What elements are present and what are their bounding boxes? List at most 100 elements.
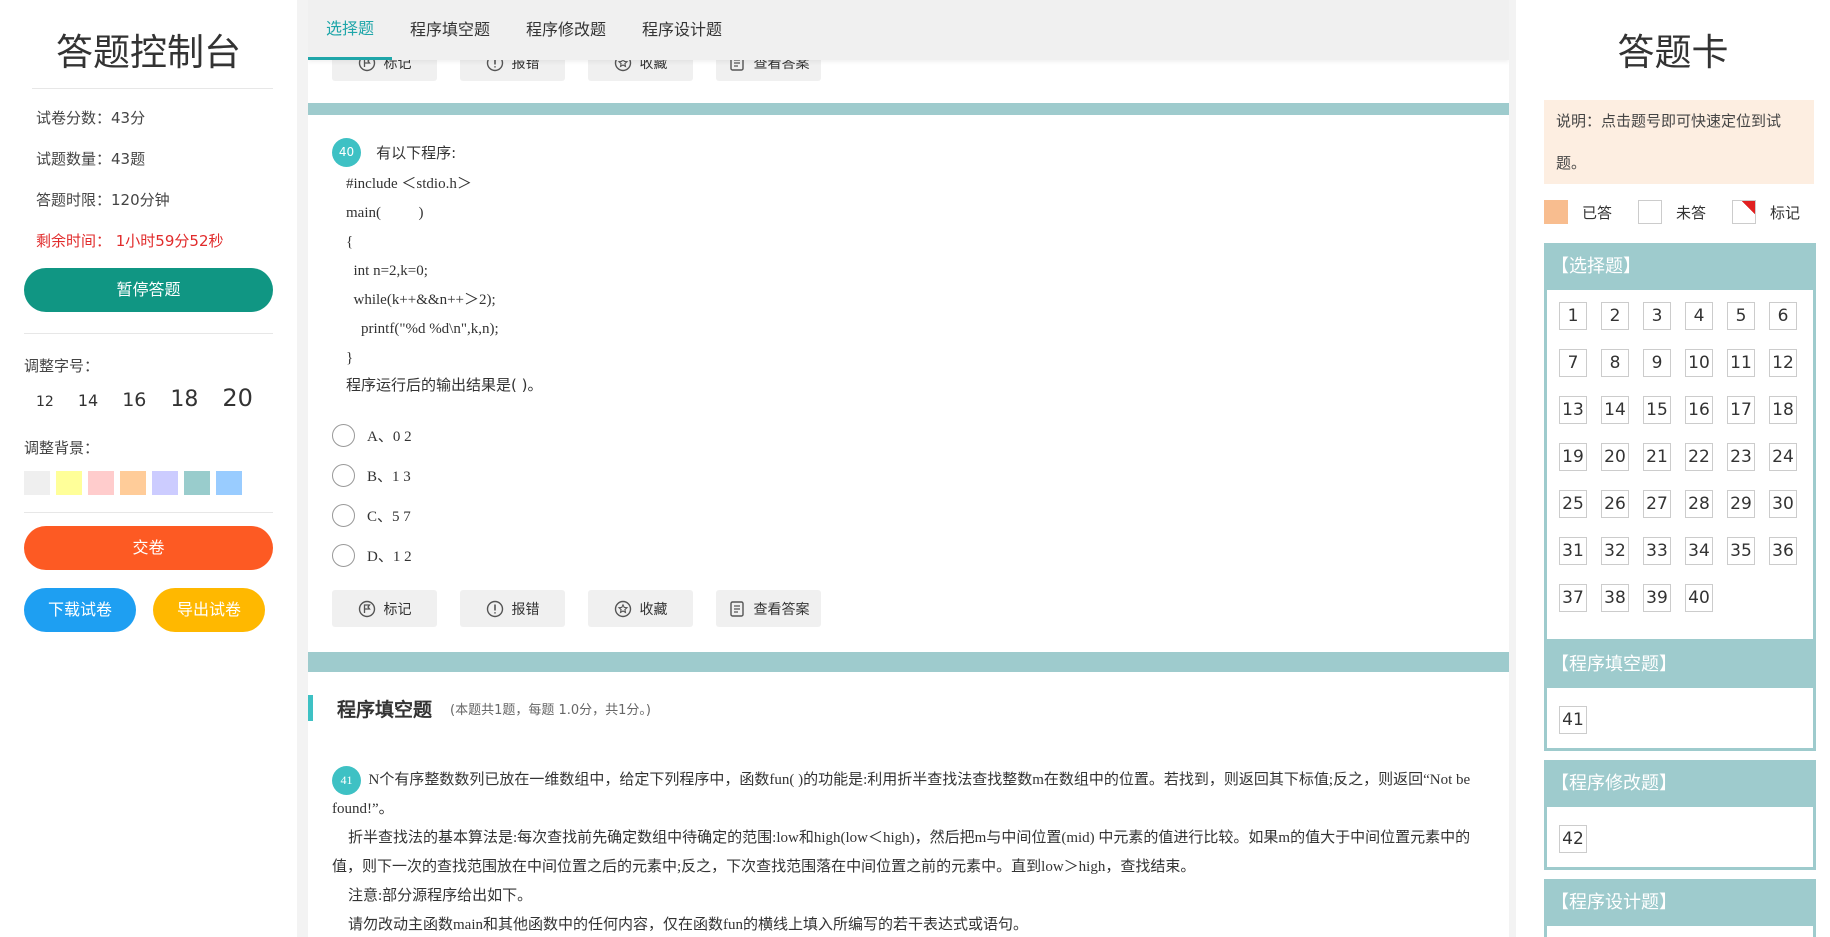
bg-swatch-teal[interactable]	[184, 471, 210, 495]
section-description: (本题共1题，每题 1.0分，共1分。)	[450, 702, 652, 718]
favorite-button[interactable]: 收藏	[588, 590, 693, 627]
question-nav-30[interactable]: 30	[1769, 490, 1797, 518]
question-nav-3[interactable]: 3	[1643, 302, 1671, 330]
bg-swatch-pink[interactable]	[88, 471, 114, 495]
star-icon	[614, 600, 632, 618]
question-nav-17[interactable]: 17	[1727, 396, 1755, 424]
question-nav-19[interactable]: 19	[1559, 443, 1587, 471]
question-nav-7[interactable]: 7	[1559, 349, 1587, 377]
tab-modify[interactable]: 程序修改题	[508, 0, 624, 60]
view-answer-button[interactable]: 查看答案	[716, 590, 821, 627]
question-nav-38[interactable]: 38	[1601, 584, 1629, 612]
question-nav-21[interactable]: 21	[1643, 443, 1671, 471]
question-nav-14[interactable]: 14	[1601, 396, 1629, 424]
question-number-grid: 41	[1547, 688, 1813, 748]
question-nav-4[interactable]: 4	[1685, 302, 1713, 330]
font-size-14[interactable]: 14	[78, 391, 98, 410]
tab-design[interactable]: 程序设计题	[624, 0, 740, 60]
tab-fill[interactable]: 程序填空题	[392, 0, 508, 60]
question-nav-18[interactable]: 18	[1769, 396, 1797, 424]
option-b[interactable]: B、1 3	[332, 464, 411, 487]
question-number: 40	[332, 138, 361, 167]
question-actions: 标记 报错 收藏 查看答案	[332, 590, 844, 627]
option-d[interactable]: D、1 2	[332, 544, 412, 567]
bg-swatch-yellow[interactable]	[56, 471, 82, 495]
question-nav-12[interactable]: 12	[1769, 349, 1797, 377]
question-nav-13[interactable]: 13	[1559, 396, 1587, 424]
question-nav-22[interactable]: 22	[1685, 443, 1713, 471]
question-nav-24[interactable]: 24	[1769, 443, 1797, 471]
radio-button[interactable]	[332, 464, 355, 487]
bg-swatch-gray[interactable]	[24, 471, 50, 495]
question-nav-11[interactable]: 11	[1727, 349, 1755, 377]
code-line: int n=2,k=0;	[346, 263, 428, 279]
card-design: 【程序设计题】	[1544, 879, 1816, 937]
option-c[interactable]: C、5 7	[332, 504, 411, 527]
question-nav-28[interactable]: 28	[1685, 490, 1713, 518]
answer-card-panel: 答题卡 说明：点击题号即可快速定位到试题。 已答 未答 标记 【选择题】 123…	[1516, 0, 1830, 937]
font-size-16[interactable]: 16	[122, 389, 146, 411]
bg-swatch-orange[interactable]	[120, 471, 146, 495]
answered-swatch	[1544, 200, 1568, 224]
mark-button[interactable]: 标记	[332, 590, 437, 627]
card-choice: 【选择题】 1 2 3 4 5 6 7 8 9 10 11 12 13 14 15 16 17 18 19 20 21 2…	[1544, 243, 1816, 642]
question-nav-8[interactable]: 8	[1601, 349, 1629, 377]
marked-swatch	[1732, 200, 1757, 224]
font-size-18[interactable]: 18	[170, 387, 198, 412]
card-heading: 【程序设计题】	[1547, 882, 1813, 926]
export-button[interactable]: 导出试卷	[153, 588, 265, 632]
question-nav-33[interactable]: 33	[1643, 537, 1671, 565]
question-nav-20[interactable]: 20	[1601, 443, 1629, 471]
question-nav-32[interactable]: 32	[1601, 537, 1629, 565]
question-nav-26[interactable]: 26	[1601, 490, 1629, 518]
tab-choice[interactable]: 选择题	[308, 0, 393, 60]
control-panel-title: 答题控制台	[56, 31, 241, 74]
font-size-20[interactable]: 20	[222, 384, 253, 412]
question-nav-36[interactable]: 36	[1769, 537, 1797, 565]
submit-button[interactable]: 交卷	[24, 526, 273, 570]
card-heading: 【程序修改题】	[1547, 763, 1813, 807]
question-nav-23[interactable]: 23	[1727, 443, 1755, 471]
report-label: 报错	[511, 601, 540, 618]
question-nav-29[interactable]: 29	[1727, 490, 1755, 518]
question-nav-1[interactable]: 1	[1559, 302, 1587, 330]
option-label: C、5 7	[367, 509, 411, 525]
card-modify: 【程序修改题】 42	[1544, 760, 1816, 870]
report-button[interactable]: 报错	[460, 590, 565, 627]
question-type-tabs: 选择题 程序填空题 程序修改题 程序设计题	[308, 0, 1509, 60]
download-button[interactable]: 下载试卷	[24, 588, 136, 632]
question-nav-40[interactable]: 40	[1685, 584, 1713, 612]
unanswered-swatch	[1638, 200, 1663, 224]
question-nav-37[interactable]: 37	[1559, 584, 1587, 612]
radio-button[interactable]	[332, 504, 355, 527]
question-nav-10[interactable]: 10	[1685, 349, 1713, 377]
question-41: 41 N个有序整数数列已放在一维数组中，给定下列程序中，函数fun( )的功能是…	[332, 766, 1492, 937]
font-size-12[interactable]: 12	[36, 394, 54, 410]
question-nav-34[interactable]: 34	[1685, 537, 1713, 565]
question-nav-39[interactable]: 39	[1643, 584, 1671, 612]
question-nav-41[interactable]: 41	[1559, 706, 1587, 734]
question-nav-5[interactable]: 5	[1727, 302, 1755, 330]
radio-button[interactable]	[332, 544, 355, 567]
question-40: 40 有以下程序:	[332, 138, 456, 167]
radio-button[interactable]	[332, 424, 355, 447]
bg-swatch-lavender[interactable]	[152, 471, 178, 495]
pause-button[interactable]: 暂停答题	[24, 268, 273, 312]
question-nav-16[interactable]: 16	[1685, 396, 1713, 424]
question-nav-2[interactable]: 2	[1601, 302, 1629, 330]
question-nav-35[interactable]: 35	[1727, 537, 1755, 565]
question-nav-42[interactable]: 42	[1559, 825, 1587, 853]
question-nav-27[interactable]: 27	[1643, 490, 1671, 518]
flag-icon	[358, 600, 376, 618]
exam-time-limit: 答题时限：120分钟	[36, 191, 170, 209]
question-nav-25[interactable]: 25	[1559, 490, 1587, 518]
question-nav-6[interactable]: 6	[1769, 302, 1797, 330]
question-text: 有以下程序:	[376, 144, 457, 162]
question-nav-31[interactable]: 31	[1559, 537, 1587, 565]
question-nav-9[interactable]: 9	[1643, 349, 1671, 377]
bg-swatch-blue[interactable]	[216, 471, 242, 495]
background-label: 调整背景：	[24, 439, 100, 457]
control-panel: 答题控制台 试卷分数：43分 试题数量：43题 答题时限：120分钟 剩余时间：…	[0, 0, 297, 937]
option-a[interactable]: A、0 2	[332, 424, 412, 447]
question-nav-15[interactable]: 15	[1643, 396, 1671, 424]
